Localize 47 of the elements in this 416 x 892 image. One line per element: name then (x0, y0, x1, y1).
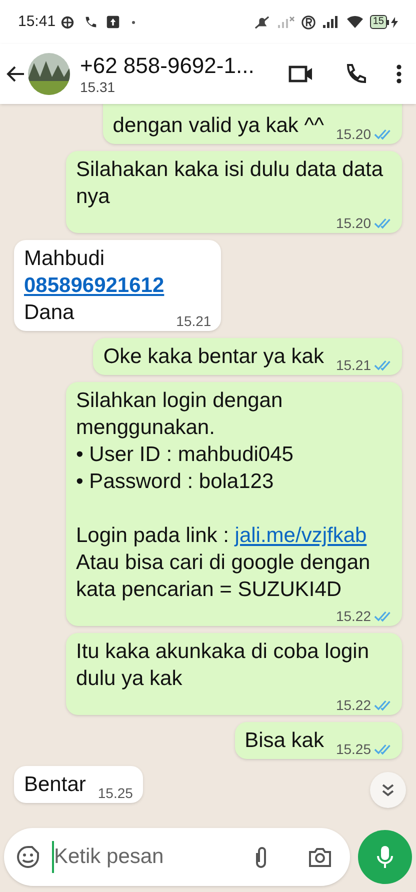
message-text: dengan valid ya kak ^^ (112, 113, 324, 139)
attach-icon[interactable] (254, 845, 268, 869)
message-time: 15.22 (336, 696, 371, 714)
message-time: 15.25 (336, 740, 371, 758)
video-call-icon[interactable] (288, 64, 314, 84)
message-text: Silahkan login dengan menggunakan. (76, 388, 284, 441)
contact-name[interactable]: +62 858-9692-1... (80, 53, 254, 79)
message-time: 15.20 (336, 125, 371, 143)
camera-icon[interactable] (308, 846, 332, 868)
message-text: Login pada link : jali.me/vzjfkab (76, 523, 368, 549)
message-time: 15.21 (176, 312, 212, 330)
sticker-icon[interactable] (16, 845, 40, 869)
message-time: 15.25 (98, 784, 133, 802)
microphone-icon (376, 845, 394, 869)
message-text: Silahakan kaka isi dulu data data nya (76, 157, 384, 210)
message-input: Ketik pesan (52, 841, 254, 873)
message-field[interactable]: Ketik pesan (4, 828, 350, 886)
message-time: 15.21 (336, 356, 371, 374)
phone-icon[interactable] (344, 63, 366, 85)
more-icon[interactable] (396, 64, 402, 84)
url-link[interactable]: jali.me/vzjfkab (234, 524, 367, 547)
scroll-down-button[interactable] (370, 772, 406, 808)
signal-icon (276, 15, 295, 29)
message-time: 15.20 (336, 214, 371, 232)
status-time: 15:41 (18, 12, 56, 32)
message-text: Mahbudi (24, 246, 106, 272)
signal-icon (322, 15, 340, 29)
back-arrow-icon[interactable] (6, 64, 26, 84)
registered-icon (300, 14, 316, 30)
message-text: Oke kaka bentar ya kak (103, 344, 324, 370)
last-seen: 15.31 (80, 79, 116, 95)
message-text: Bentar (24, 772, 86, 798)
wifi-icon (346, 15, 364, 29)
message-text: Dana (24, 300, 76, 326)
microphone-button[interactable] (358, 830, 412, 884)
phone-link[interactable]: 085896921612 (24, 272, 164, 299)
message-text: Itu kaka akunkaka di coba login dulu ya kak (76, 639, 370, 692)
message-text: Atau bisa cari di google dengan kata pencarian = SUZUKI4D (76, 550, 372, 603)
avatar[interactable] (28, 53, 70, 95)
upload-icon (106, 15, 120, 29)
gear-icon (60, 14, 75, 30)
message-time: 15.22 (336, 607, 371, 625)
message-text: • Password : bola123 (76, 469, 275, 495)
message-text: Bisa kak (244, 728, 324, 754)
mute-icon (252, 14, 271, 30)
message-text: • User ID : mahbudi045 (76, 442, 294, 468)
double-chevron-icon (381, 783, 395, 797)
